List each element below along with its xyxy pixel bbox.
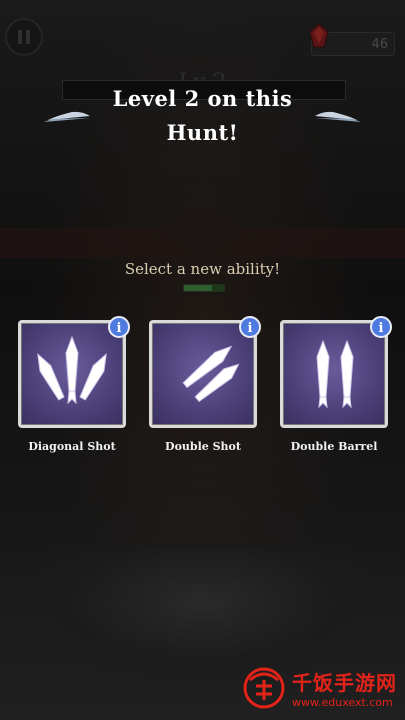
gem-counter: 46 bbox=[309, 23, 395, 56]
enemy-health-fill bbox=[184, 285, 212, 291]
red-gem-icon bbox=[309, 23, 329, 48]
pause-button[interactable] bbox=[5, 18, 43, 56]
ability-card-diagonal-shot[interactable]: i bbox=[18, 316, 130, 428]
site-watermark: 千饭手游网 www.eduxext.com bbox=[240, 666, 397, 710]
background-enemy-band bbox=[0, 228, 405, 258]
double-barrel-icon bbox=[316, 339, 354, 409]
watermark-text: 千饭手游网 www.eduxext.com bbox=[292, 667, 397, 709]
info-button-double-barrel[interactable]: i bbox=[370, 316, 392, 338]
right-wing-ornament-icon bbox=[315, 111, 361, 122]
pause-bar-right bbox=[26, 30, 30, 44]
background-machinery bbox=[30, 550, 375, 680]
ability-card-double-shot[interactable]: i bbox=[149, 316, 261, 428]
ability-label-double-barrel: Double Barrel bbox=[290, 440, 378, 453]
watermark-brand: 千饭手游网 bbox=[292, 671, 397, 695]
watermark-logo-icon bbox=[243, 667, 285, 709]
info-button-double-shot[interactable]: i bbox=[239, 316, 261, 338]
info-button-diagonal-shot[interactable]: i bbox=[108, 316, 130, 338]
ability-label-diagonal-shot: Diagonal Shot bbox=[28, 440, 116, 453]
left-wing-ornament-icon bbox=[44, 111, 90, 122]
double-shot-icon bbox=[182, 345, 240, 403]
pause-bar-left bbox=[18, 30, 22, 44]
watermark-url: www.eduxext.com bbox=[292, 696, 393, 709]
gem-count: 46 bbox=[371, 36, 388, 52]
enemy-health-bar bbox=[183, 284, 225, 292]
ability-label-double-shot: Double Shot bbox=[165, 440, 241, 453]
diagonal-shot-icon bbox=[37, 335, 107, 405]
ability-card-double-barrel[interactable]: i bbox=[280, 316, 392, 428]
select-ability-prompt: Select a new ability! bbox=[124, 260, 281, 278]
